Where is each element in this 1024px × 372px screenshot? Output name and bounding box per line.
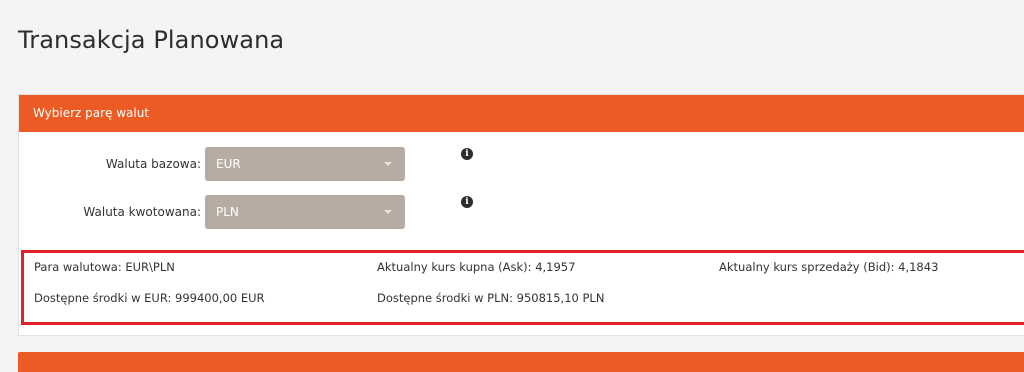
info-icon[interactable]: i	[461, 196, 473, 208]
next-panel-header	[18, 352, 1024, 372]
currency-pair-text: Para walutowa: EUR\PLN	[34, 260, 175, 274]
page-title: Transakcja Planowana	[18, 26, 285, 54]
base-currency-value: EUR	[216, 157, 241, 171]
info-icon[interactable]: i	[461, 148, 473, 160]
base-currency-label: Waluta bazowa:	[105, 157, 201, 171]
quote-currency-select[interactable]: PLN	[205, 195, 405, 229]
bid-rate-text: Aktualny kurs sprzedaży (Bid): 4,1843	[719, 260, 939, 274]
chevron-down-icon	[384, 210, 392, 214]
ask-rate-text: Aktualny kurs kupna (Ask): 4,1957	[377, 260, 576, 274]
funds-eur-text: Dostępne środki w EUR: 999400,00 EUR	[34, 291, 265, 305]
panel-header: Wybierz parę walut	[19, 95, 1024, 132]
chevron-down-icon	[384, 162, 392, 166]
quote-currency-value: PLN	[216, 205, 239, 219]
quote-currency-row: Waluta kwotowana: PLN	[19, 195, 1024, 229]
funds-pln-text: Dostępne środki w PLN: 950815,10 PLN	[377, 291, 605, 305]
base-currency-select[interactable]: EUR	[205, 147, 405, 181]
quote-currency-label: Waluta kwotowana:	[83, 205, 201, 219]
currency-info-box: Para walutowa: EUR\PLN Aktualny kurs kup…	[21, 250, 1024, 325]
base-currency-row: Waluta bazowa: EUR	[19, 147, 1024, 181]
currency-pair-panel: Wybierz parę walut Waluta bazowa: EUR i …	[18, 94, 1024, 336]
